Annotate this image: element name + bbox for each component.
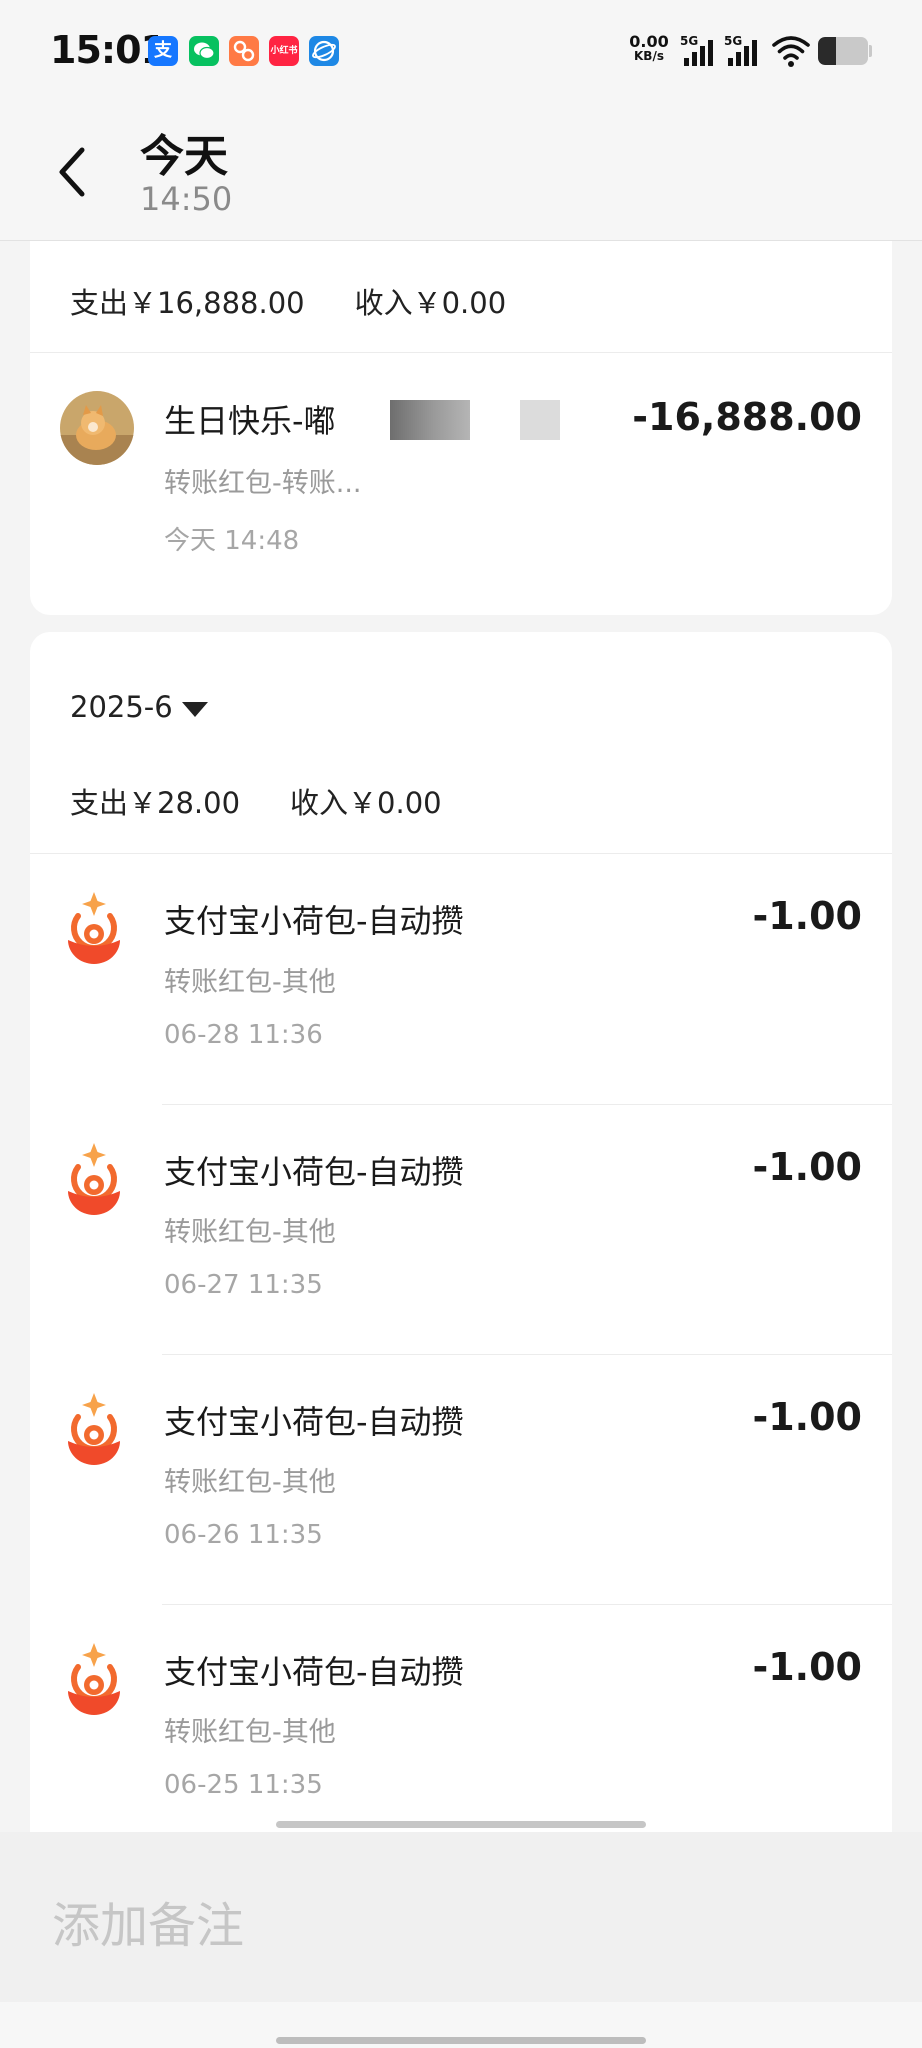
redacted-block — [390, 400, 470, 440]
savings-icon — [68, 1393, 120, 1465]
transaction-amount: -1.00 — [752, 1145, 862, 1189]
transaction-time: 06-28 11:36 — [164, 1020, 323, 1050]
transaction-category: 转账红包-其他 — [164, 1217, 336, 1248]
transaction-title: 支付宝小荷包-自动攒 — [164, 902, 464, 940]
today-expense: 支出￥16,888.00 — [70, 286, 305, 320]
transaction-title: 支付宝小荷包-自动攒 — [164, 1653, 464, 1691]
caret-down-icon — [182, 702, 208, 717]
page-title: 今天 — [140, 131, 228, 182]
add-note-input[interactable]: 添加备注 — [52, 1886, 244, 1956]
transaction-category: 转账红包-转账... — [164, 468, 362, 499]
transaction-amount: -1.00 — [752, 1395, 862, 1439]
redacted-block — [520, 400, 560, 440]
transaction-time: 06-25 11:35 — [164, 1770, 323, 1800]
signal-1-label: 5G — [680, 34, 699, 48]
today-income: 收入￥0.00 — [354, 286, 507, 320]
battery-fill — [818, 37, 836, 65]
transaction-time: 06-27 11:35 — [164, 1270, 323, 1300]
cellular-signal-icon: 5G — [680, 34, 720, 72]
divider — [30, 352, 892, 353]
divider — [162, 1354, 892, 1355]
transaction-title: 支付宝小荷包-自动攒 — [164, 1153, 464, 1191]
wifi-icon — [772, 36, 810, 67]
transaction-time: 06-26 11:35 — [164, 1520, 323, 1550]
month-summary: 支出￥28.00 收入￥0.00 — [70, 780, 442, 822]
navigation-bar — [0, 2002, 922, 2048]
home-indicator[interactable] — [276, 2037, 646, 2044]
browser-icon — [309, 36, 339, 66]
month-label: 2025-6 — [70, 690, 173, 724]
network-speed-unit: KB/s — [634, 49, 664, 63]
header: 今天 14:50 — [0, 100, 922, 241]
back-arrow-icon[interactable] — [52, 144, 92, 200]
status-bar: 15:01 支 小红书 0.00 KB/s 5G 5G — [0, 0, 922, 100]
savings-icon — [68, 892, 120, 964]
alipay-icon: 支 — [148, 36, 178, 66]
page-subtitle: 14:50 — [140, 180, 233, 218]
divider — [162, 1604, 892, 1605]
network-speed: 0.00 KB/s — [626, 34, 672, 63]
battery-icon — [818, 37, 868, 65]
today-card: 支出￥16,888.00 收入￥0.00 生日快乐-嘟 -16,888.00 转账… — [30, 241, 892, 615]
month-expense: 支出￥28.00 — [70, 786, 241, 820]
month-income: 收入￥0.00 — [290, 786, 442, 820]
xiaohongshu-icon: 小红书 — [269, 36, 299, 66]
transaction-category: 转账红包-其他 — [164, 967, 336, 998]
battery-tip — [869, 45, 872, 57]
signal-2-label: 5G — [724, 34, 743, 48]
transaction-title: 支付宝小荷包-自动攒 — [164, 1403, 464, 1441]
savings-icon — [68, 1143, 120, 1215]
cellular-signal-icon-2: 5G — [724, 34, 764, 72]
transaction-title: 生日快乐-嘟 — [164, 402, 336, 440]
divider — [30, 853, 892, 854]
avatar — [60, 391, 134, 465]
savings-icon — [68, 1643, 120, 1715]
transaction-amount: -1.00 — [752, 894, 862, 938]
transaction-category: 转账红包-其他 — [164, 1717, 336, 1748]
transaction-time: 今天 14:48 — [164, 526, 300, 556]
scrollbar[interactable] — [276, 1821, 646, 1828]
wechat-icon — [189, 36, 219, 66]
divider — [162, 1104, 892, 1105]
note-bar: 添加备注 — [0, 1832, 922, 2002]
today-summary: 支出￥16,888.00 收入￥0.00 — [70, 280, 506, 322]
month-card: 2025-6 支出￥28.00 收入￥0.00 支付宝小荷包-自动攒 -1.00 … — [30, 632, 892, 1832]
transaction-category: 转账红包-其他 — [164, 1467, 336, 1498]
transaction-amount: -1.00 — [752, 1645, 862, 1689]
app-icon — [229, 36, 259, 66]
transaction-amount: -16,888.00 — [632, 395, 862, 439]
